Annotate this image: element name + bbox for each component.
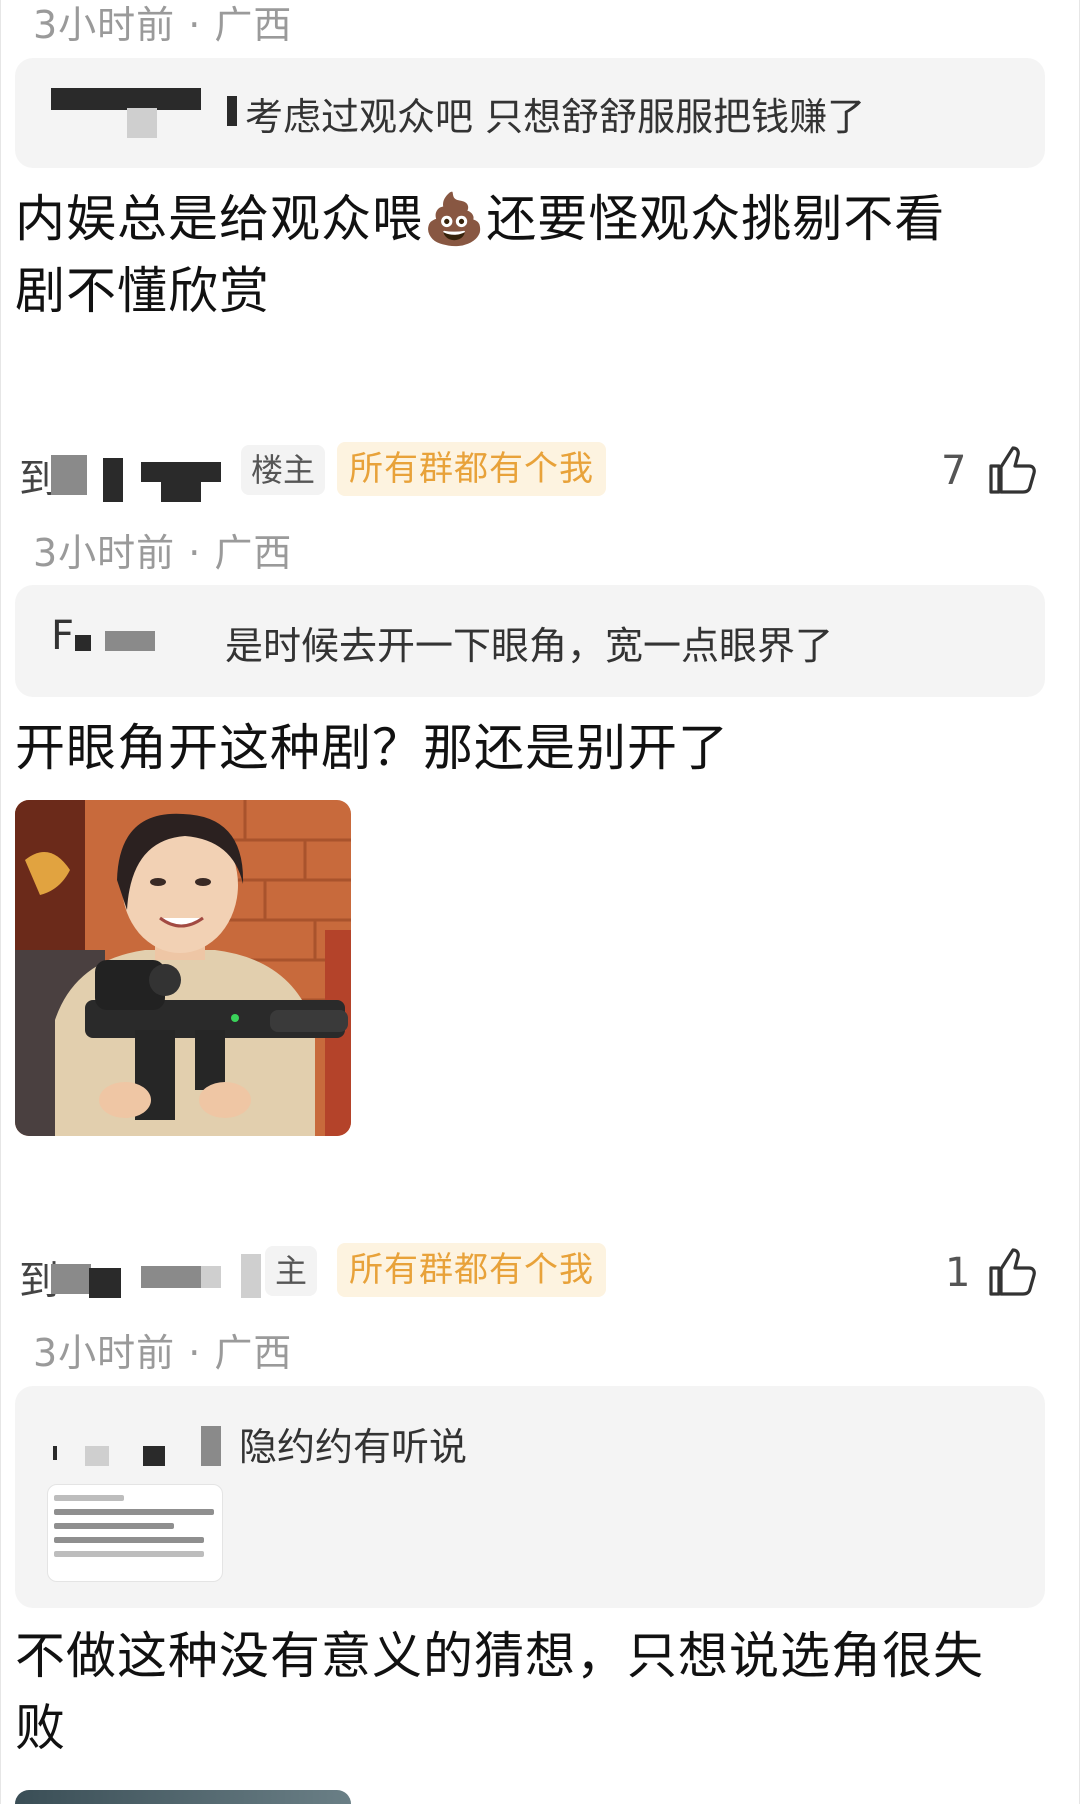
redacted-name <box>51 1264 91 1294</box>
like-count: 7 <box>941 448 967 494</box>
photo-image <box>15 800 351 1136</box>
redacted-name <box>51 88 201 110</box>
quoted-author: F <box>51 613 75 659</box>
comment-meta: 3小时前 · 广西 <box>33 1331 293 1375</box>
comment-text-part: 剧不懂欣赏 <box>15 262 270 320</box>
op-badge: 主 <box>265 1246 318 1296</box>
comment-body: 不做这种没有意义的猜想，只想说选角很失 败 <box>15 1620 984 1764</box>
thumb-line <box>54 1523 174 1529</box>
comment-meta: 3小时前 · 广西 <box>33 531 293 575</box>
redacted-name <box>141 1266 201 1288</box>
text-screenshot-thumbnail[interactable] <box>47 1484 223 1582</box>
redacted-name <box>143 1446 165 1466</box>
thumbs-up-icon[interactable] <box>983 1244 1039 1300</box>
comment-thread-page: 3小时前 · 广西 考虑过观众吧 只想舒舒服服把钱赚了 内娱总是给观众喂💩还要怪… <box>0 0 1080 1804</box>
redacted-name <box>161 478 201 502</box>
redacted-name <box>51 455 87 495</box>
op-badge: 楼主 <box>241 445 326 495</box>
thumb-line <box>54 1551 204 1557</box>
thumb-line <box>54 1495 124 1501</box>
poop-emoji-icon: 💩 <box>423 190 487 248</box>
group-tag[interactable]: 所有群都有个我 <box>337 442 606 496</box>
quoted-reply-box[interactable]: F 是时候去开一下眼角，宽一点眼界了 <box>15 585 1045 697</box>
redacted-name <box>227 96 237 126</box>
comment-body: 内娱总是给观众喂💩还要怪观众挑剔不看 剧不懂欣赏 <box>15 183 945 327</box>
quoted-reply-text: 考虑过观众吧 只想舒舒服服把钱赚了 <box>245 95 866 139</box>
partial-photo[interactable] <box>15 1790 351 1804</box>
comment-text-part: 败 <box>15 1699 66 1757</box>
redacted-name <box>105 631 155 651</box>
redacted-name <box>201 1426 221 1466</box>
redacted-name <box>103 458 123 502</box>
comment-body: 开眼角开这种剧？那还是别开了 <box>15 719 729 777</box>
quoted-reply-box[interactable]: 考虑过观众吧 只想舒舒服服把钱赚了 <box>15 58 1045 168</box>
redacted-name <box>201 1266 221 1288</box>
redacted-name <box>127 108 157 138</box>
redacted-name <box>75 635 91 651</box>
redacted-name <box>85 1446 109 1466</box>
woman-with-rifle-photo[interactable] <box>15 800 351 1136</box>
quoted-reply-text: 隐约约有听说 <box>239 1425 468 1469</box>
redacted-name <box>53 1446 57 1460</box>
like-count: 1 <box>945 1250 971 1296</box>
thumbs-up-icon[interactable] <box>983 442 1039 498</box>
thumb-line <box>54 1509 214 1515</box>
comment-text-part: 还要怪观众挑剔不看 <box>486 190 946 248</box>
group-tag[interactable]: 所有群都有个我 <box>337 1243 606 1297</box>
comment-text-part: 不做这种没有意义的猜想，只想说选角很失 <box>15 1627 984 1685</box>
redacted-name <box>89 1268 121 1298</box>
comment-text-part: 内娱总是给观众喂 <box>15 190 423 248</box>
partial-comment-meta: 3小时前 · 广西 <box>33 3 293 47</box>
redacted-name <box>241 1254 261 1298</box>
quoted-reply-text: 是时候去开一下眼角，宽一点眼界了 <box>225 624 834 668</box>
thumb-line <box>54 1537 204 1543</box>
